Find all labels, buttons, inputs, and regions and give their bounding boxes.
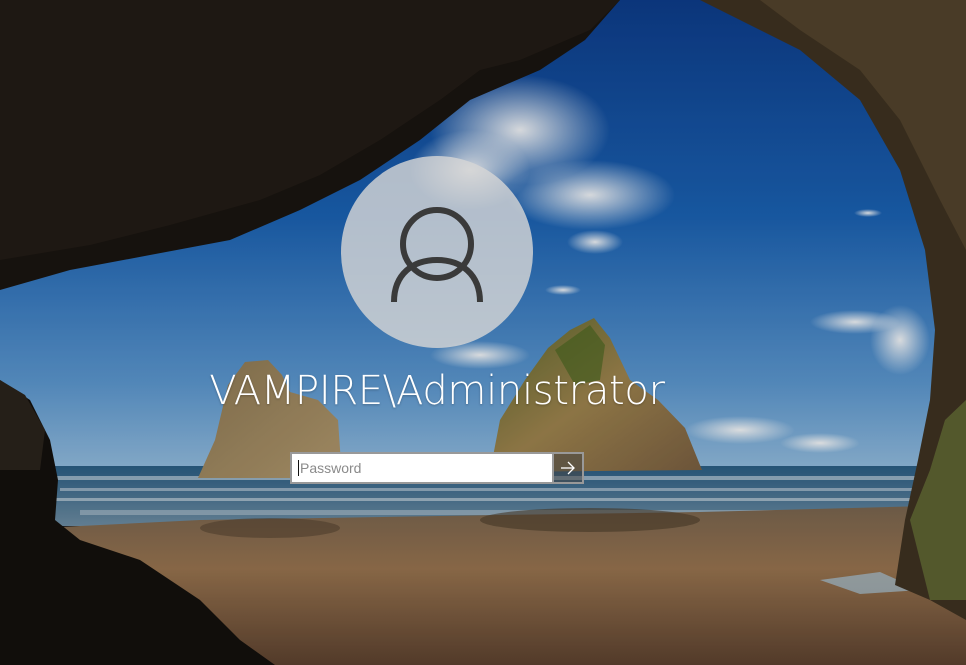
submit-button[interactable] — [552, 452, 584, 484]
lock-screen: VAMPIRE\Administrator — [0, 0, 966, 665]
text-caret — [298, 460, 299, 476]
user-icon — [391, 207, 483, 303]
password-form — [290, 452, 584, 484]
arrow-right-icon — [561, 461, 575, 475]
password-input[interactable] — [290, 452, 552, 484]
user-avatar — [341, 156, 533, 348]
account-name: VAMPIRE\Administrator — [209, 368, 665, 414]
